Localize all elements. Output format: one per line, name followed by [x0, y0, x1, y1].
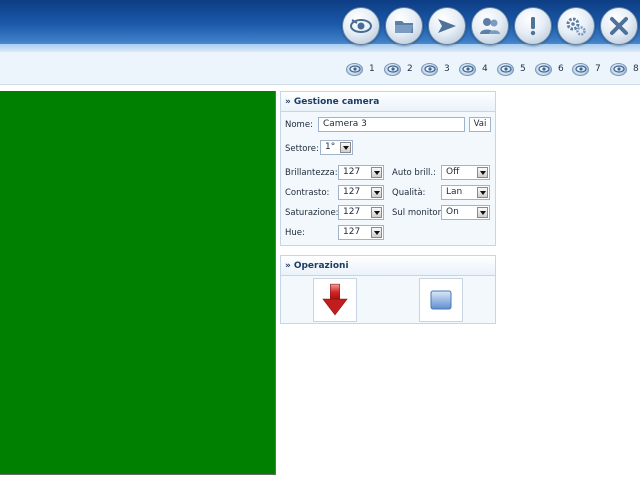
- saturation-label: Saturazione:: [285, 208, 339, 218]
- users-icon: [480, 18, 500, 34]
- camera-number: 8: [633, 64, 639, 74]
- users-button[interactable]: [471, 7, 509, 45]
- chevron-down-icon: [340, 142, 351, 153]
- camera-number: 3: [444, 64, 450, 74]
- folder-button[interactable]: [385, 7, 423, 45]
- contrast-select[interactable]: 127: [338, 185, 384, 200]
- window-button[interactable]: [419, 278, 463, 322]
- camera-button-4[interactable]: 4: [459, 61, 488, 77]
- on-monitor-select[interactable]: On: [441, 205, 490, 220]
- eye-icon: [535, 62, 552, 76]
- close-icon: [610, 17, 628, 35]
- download-button[interactable]: [313, 278, 357, 322]
- name-label: Nome:: [285, 120, 313, 130]
- camera-button-1[interactable]: 1: [346, 61, 375, 77]
- eye-icon: [421, 62, 438, 76]
- camera-settings-panel: » Gestione camera Nome: Camera 3 Vai Set…: [280, 91, 496, 246]
- saturation-select[interactable]: 127: [338, 205, 384, 220]
- settings-button[interactable]: [557, 7, 595, 45]
- contrast-value: 127: [343, 187, 361, 197]
- sector-select[interactable]: 1°: [320, 140, 353, 155]
- camera-button-5[interactable]: 5: [497, 61, 526, 77]
- quality-select[interactable]: Lan: [441, 185, 490, 200]
- alert-button[interactable]: [514, 7, 552, 45]
- download-arrow-icon: [322, 283, 348, 316]
- chevron-down-icon: [371, 167, 382, 178]
- send-icon: [438, 19, 456, 33]
- camera-number: 7: [595, 64, 601, 74]
- operations-header: » Operazioni: [281, 256, 495, 276]
- window-icon: [430, 290, 452, 310]
- eye-icon: [384, 62, 401, 76]
- top-toolbar: [0, 0, 640, 52]
- saturation-value: 127: [343, 207, 361, 217]
- auto-brightness-label: Auto brill.:: [392, 168, 436, 178]
- settings-icon: [566, 17, 586, 36]
- camera-settings-header: » Gestione camera: [281, 92, 495, 112]
- name-input[interactable]: Camera 3: [318, 117, 465, 132]
- chevron-down-icon: [371, 207, 382, 218]
- alert-icon: [530, 17, 536, 36]
- chevron-down-icon: [477, 167, 488, 178]
- contrast-label: Contrasto:: [285, 188, 330, 198]
- eye-icon: [497, 62, 514, 76]
- hue-label: Hue:: [285, 228, 305, 238]
- brightness-select[interactable]: 127: [338, 165, 384, 180]
- folder-icon: [395, 21, 413, 33]
- on-monitor-label: Sul monitor:: [392, 208, 444, 218]
- camera-number: 5: [520, 64, 526, 74]
- camera-button-3[interactable]: 3: [421, 61, 450, 77]
- camera-button-7[interactable]: 7: [572, 61, 601, 77]
- camera-button-2[interactable]: 2: [384, 61, 413, 77]
- auto-brightness-value: Off: [446, 167, 460, 177]
- double-chevron-icon: »: [285, 260, 291, 271]
- sector-value: 1°: [325, 142, 336, 152]
- chevron-down-icon: [371, 227, 382, 238]
- camera-number: 6: [558, 64, 564, 74]
- on-monitor-value: On: [446, 207, 459, 217]
- chevron-down-icon: [477, 187, 488, 198]
- double-chevron-icon: »: [285, 96, 291, 107]
- hue-select[interactable]: 127: [338, 225, 384, 240]
- eye-icon: [572, 62, 589, 76]
- brightness-label: Brillantezza:: [285, 168, 338, 178]
- send-button[interactable]: [428, 7, 466, 45]
- brightness-value: 127: [343, 167, 361, 177]
- camera-settings-title: Gestione camera: [293, 96, 380, 107]
- camera-number: 4: [482, 64, 488, 74]
- camera-button-6[interactable]: 6: [535, 61, 564, 77]
- quality-label: Qualità:: [392, 188, 426, 198]
- auto-brightness-select[interactable]: Off: [441, 165, 490, 180]
- eye-icon: [610, 62, 627, 76]
- close-button[interactable]: [600, 7, 638, 45]
- video-feed: [0, 91, 276, 475]
- eye-icon: [346, 62, 363, 76]
- eye-button[interactable]: [342, 7, 380, 45]
- operations-title: Operazioni: [293, 260, 349, 271]
- sector-label: Settore:: [285, 144, 319, 154]
- camera-number: 1: [369, 64, 375, 74]
- go-button[interactable]: Vai: [469, 117, 491, 132]
- eye-icon: [459, 62, 476, 76]
- toolbar-gloss: [0, 44, 640, 52]
- camera-number: 2: [407, 64, 413, 74]
- chevron-down-icon: [477, 207, 488, 218]
- hue-value: 127: [343, 227, 361, 237]
- camera-button-8[interactable]: 8: [610, 61, 639, 77]
- operations-panel: » Operazioni: [280, 255, 496, 324]
- quality-value: Lan: [446, 187, 463, 197]
- chevron-down-icon: [371, 187, 382, 198]
- eye-icon: [350, 19, 372, 33]
